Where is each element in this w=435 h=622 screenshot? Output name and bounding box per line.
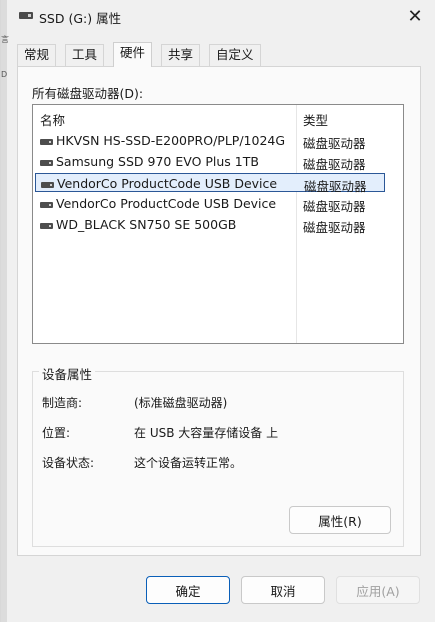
- column-header-type[interactable]: 类型: [303, 110, 328, 129]
- device-status-label: 设备状态:: [42, 456, 95, 470]
- drive-name: VendorCo ProductCode USB Device: [57, 176, 278, 191]
- drive-row[interactable]: VendorCo ProductCode USB Device 磁盘驱动器: [35, 194, 385, 214]
- drive-row[interactable]: Samsung SSD 970 EVO Plus 1TB 磁盘驱动器: [35, 152, 385, 172]
- device-properties-legend: 设备属性: [39, 364, 96, 383]
- drive-list[interactable]: 名称 类型 HKVSN HS-SSD-E200PRO/PLP/1024G 磁盘驱…: [32, 104, 404, 344]
- apply-button[interactable]: 应用(A): [336, 576, 420, 604]
- all-drives-label: 所有磁盘驱动器(D):: [32, 86, 144, 101]
- drive-row-selected[interactable]: VendorCo ProductCode USB Device 磁盘驱动器: [35, 173, 385, 194]
- tab-general[interactable]: 常规: [17, 44, 57, 66]
- close-icon: ✕: [407, 5, 423, 27]
- device-properties-group: 设备属性 制造商: (标准磁盘驱动器) 位置: 在 USB 大容量存储设备 上 …: [32, 364, 404, 547]
- ok-button[interactable]: 确定: [146, 576, 230, 604]
- drive-icon: [40, 223, 53, 229]
- drive-icon: [19, 12, 33, 19]
- drive-name: WD_BLACK SN750 SE 500GB: [56, 217, 237, 232]
- drive-row[interactable]: WD_BLACK SN750 SE 500GB 磁盘驱动器: [35, 215, 385, 235]
- properties-dialog: 言 D SSD (G:) 属性 ✕ 常规 工具 硬件 共享 自定义 所有磁盘驱动…: [0, 0, 435, 622]
- drive-type: 磁盘驱动器: [303, 157, 366, 172]
- drive-type: 磁盘驱动器: [303, 136, 366, 151]
- drive-name: VendorCo ProductCode USB Device: [56, 196, 277, 211]
- drive-type: 磁盘驱动器: [303, 220, 366, 235]
- hardware-panel: 所有磁盘驱动器(D): 名称 类型 HKVSN HS-SSD-E200PRO/P…: [17, 66, 421, 556]
- tab-tools[interactable]: 工具: [65, 44, 105, 66]
- tab-strip: 常规 工具 硬件 共享 自定义: [17, 42, 417, 67]
- drive-name: Samsung SSD 970 EVO Plus 1TB: [56, 154, 259, 169]
- column-header-name[interactable]: 名称: [40, 110, 65, 129]
- location-value: 在 USB 大容量存储设备 上: [134, 426, 279, 440]
- edge-char-1: 言: [1, 35, 9, 44]
- drive-icon: [41, 182, 54, 188]
- list-header: 名称 类型: [33, 105, 403, 129]
- edge-char-2: D: [1, 70, 8, 79]
- background-window-edge: 言 D: [1, 0, 9, 622]
- location-label: 位置:: [42, 426, 71, 440]
- drive-icon: [40, 139, 53, 145]
- device-status-value: 这个设备运转正常。: [134, 456, 243, 470]
- title-bar[interactable]: SSD (G:) 属性 ✕: [7, 0, 435, 34]
- tab-hardware[interactable]: 硬件: [113, 42, 153, 67]
- close-button[interactable]: ✕: [402, 4, 428, 28]
- drive-row[interactable]: HKVSN HS-SSD-E200PRO/PLP/1024G 磁盘驱动器: [35, 131, 385, 151]
- properties-button[interactable]: 属性(R): [289, 506, 391, 534]
- manufacturer-value: (标准磁盘驱动器): [134, 396, 228, 410]
- drive-icon: [40, 202, 53, 208]
- cancel-button[interactable]: 取消: [241, 576, 325, 604]
- drive-icon: [40, 160, 53, 166]
- drive-type: 磁盘驱动器: [303, 199, 366, 214]
- tab-customize[interactable]: 自定义: [209, 44, 261, 66]
- tab-sharing[interactable]: 共享: [161, 44, 201, 66]
- drive-type: 磁盘驱动器: [304, 179, 367, 194]
- manufacturer-label: 制造商:: [42, 396, 83, 410]
- drive-name: HKVSN HS-SSD-E200PRO/PLP/1024G: [56, 133, 286, 148]
- window-title: SSD (G:) 属性: [39, 11, 122, 26]
